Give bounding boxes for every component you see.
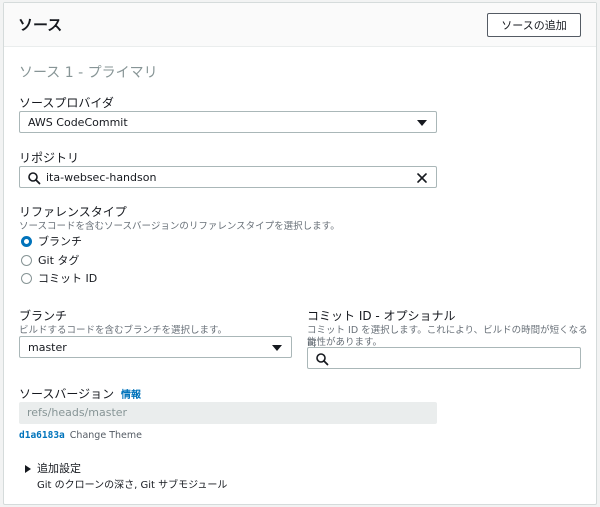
commit-hash-link[interactable]: d1a6183a [19, 430, 65, 441]
panel-title: ソース [18, 16, 63, 34]
source-version-value: refs/heads/master [27, 406, 128, 419]
radio-selected-icon [21, 235, 32, 247]
branch-select[interactable]: master [19, 336, 292, 358]
reference-type-description: ソースコードを含むソースバージョンのリファレンスタイプを選択します。 [19, 221, 340, 232]
additional-settings-toggle[interactable]: 追加設定 [37, 460, 81, 476]
radio-unselected-icon [21, 254, 32, 266]
repository-input[interactable]: ita-websec-handson [19, 166, 437, 188]
additional-settings-description: Git のクローンの深さ, Git サブモジュール [37, 480, 228, 491]
branch-value: master [28, 341, 67, 354]
provider-label: ソースプロバイダ [19, 96, 114, 110]
search-icon [28, 172, 41, 185]
caret-down-icon [272, 345, 282, 351]
caret-right-icon[interactable] [25, 465, 31, 473]
source-panel: ソース ソースの追加 ソース 1 - プライマリ ソースプロバイダ AWS Co… [3, 2, 597, 505]
source-version-label: ソースバージョン [19, 387, 115, 401]
add-source-button[interactable]: ソースの追加 [487, 13, 581, 37]
radio-label: Git タグ [38, 254, 80, 267]
source-version-row: ソースバージョン 情報 [19, 385, 141, 402]
radio-label: コミット ID [38, 272, 98, 285]
panel-header: ソース ソースの追加 [4, 3, 596, 47]
repository-label: リポジトリ [19, 151, 80, 165]
commit-id-input[interactable] [307, 347, 581, 369]
search-icon [316, 353, 329, 366]
clear-icon[interactable] [415, 171, 429, 185]
radio-commit-id[interactable]: コミット ID [21, 271, 97, 285]
radio-label: ブランチ [38, 235, 82, 248]
section-title: ソース 1 - プライマリ [19, 65, 158, 81]
radio-branch[interactable]: ブランチ [21, 234, 82, 248]
branch-description: ビルドするコードを含むブランチを選択します。 [19, 325, 228, 336]
provider-select[interactable]: AWS CodeCommit [19, 111, 437, 133]
caret-down-icon [417, 120, 427, 126]
commit-id-description-line2: 能性があります。 [307, 337, 383, 348]
info-link[interactable]: 情報 [121, 390, 141, 401]
commit-message: Change Theme [69, 430, 142, 441]
source-version-field: refs/heads/master [19, 402, 437, 424]
repository-value: ita-websec-handson [46, 171, 157, 184]
radio-git-tag[interactable]: Git タグ [21, 253, 79, 267]
radio-unselected-icon [21, 272, 32, 284]
provider-value: AWS CodeCommit [28, 116, 128, 129]
commit-info: d1a6183a Change Theme [19, 430, 142, 441]
